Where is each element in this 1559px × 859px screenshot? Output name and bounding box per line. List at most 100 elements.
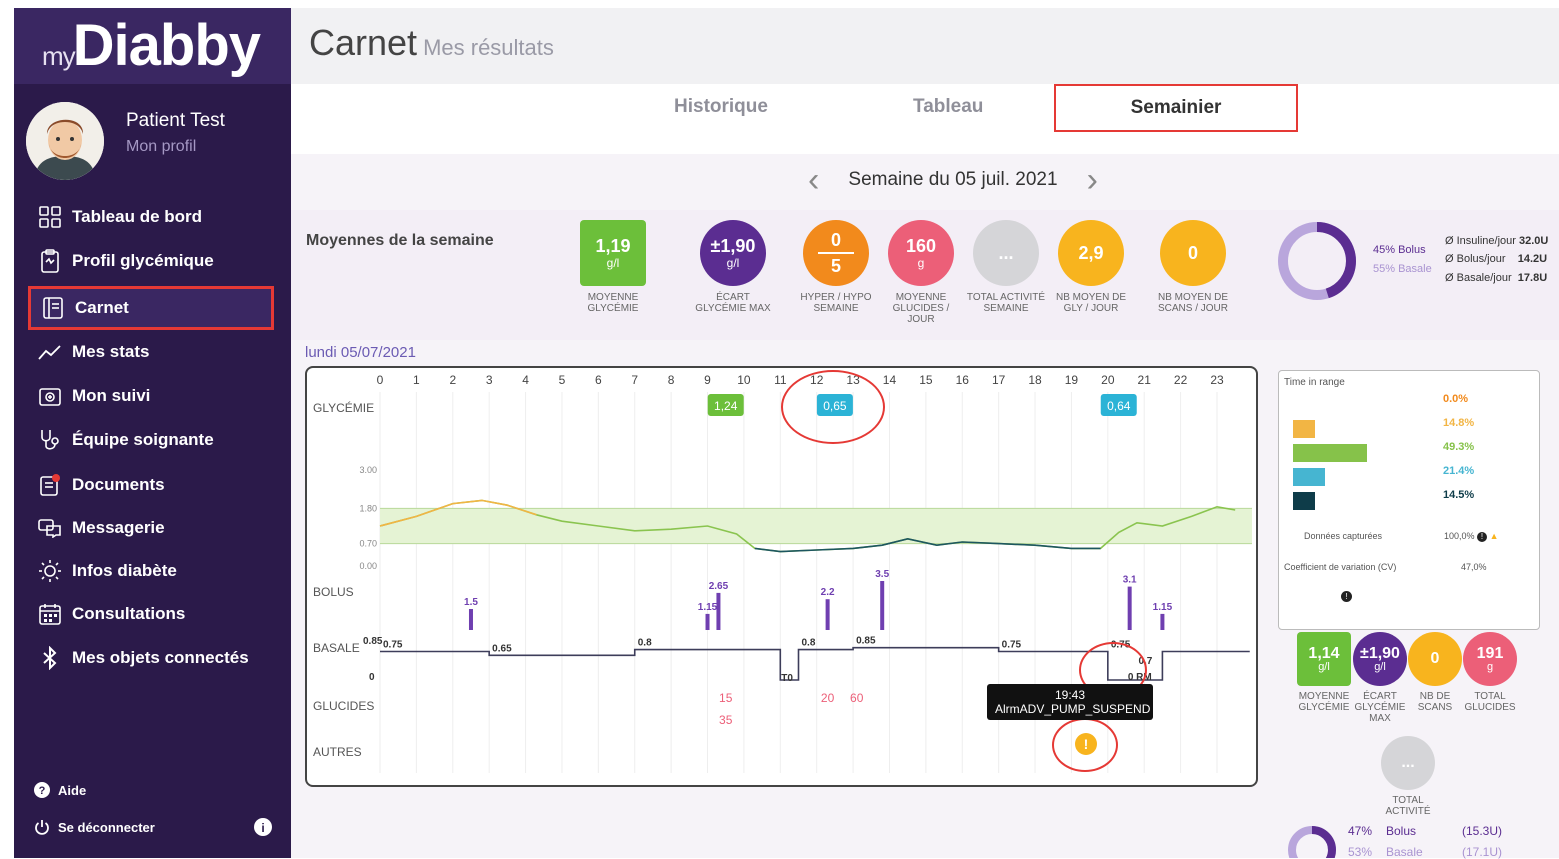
day-label[interactable]: lundi 05/07/2021 — [305, 344, 416, 361]
hour-tick-label: 5 — [559, 373, 566, 387]
tir-bar — [1293, 492, 1315, 510]
basal-label: 0.8 — [802, 638, 816, 649]
hour-tick-label: 2 — [449, 373, 456, 387]
day-bolus-label: Bolus — [1386, 824, 1417, 838]
cv-label: Coefficient de variation (CV) — [1284, 562, 1397, 572]
tir-title: Time in range — [1284, 377, 1345, 388]
stethoscope-icon — [38, 428, 62, 452]
sidebar-item-glycemic-profile[interactable]: Profil glycémique — [28, 242, 274, 280]
cv-value: 47,0% — [1461, 562, 1487, 572]
sidebar-item-stats[interactable]: Mes stats — [28, 333, 274, 371]
hour-tick-label: 10 — [737, 373, 751, 387]
tab-historique[interactable]: Historique — [674, 96, 768, 118]
info-circle-icon[interactable]: ! — [1477, 532, 1488, 542]
notebook-icon — [41, 296, 65, 320]
tir-pct: 14.8% — [1443, 417, 1475, 429]
tir-pct: 21.4% — [1443, 465, 1475, 477]
bolus-bar[interactable] — [825, 599, 830, 630]
carbs-value: 60 — [850, 691, 864, 705]
bolus-bar[interactable] — [468, 609, 473, 630]
bolus-bar[interactable] — [705, 613, 710, 630]
page-title: Carnet Mes résultats — [309, 22, 554, 63]
logout-link[interactable]: Se déconnecter — [34, 819, 155, 835]
bluetooth-icon — [38, 646, 62, 670]
chevron-left-icon[interactable]: ‹ — [808, 161, 819, 200]
app-logo[interactable]: myDiabby — [42, 12, 261, 79]
carbs-value: 35 — [719, 713, 733, 727]
sidebar-item-dashboard[interactable]: Tableau de bord — [28, 198, 274, 236]
hour-tick-label: 0 — [377, 373, 384, 387]
hour-tick-label: 17 — [992, 373, 1006, 387]
hour-tick-label: 23 — [1210, 373, 1224, 387]
weekly-averages: Moyennes de la semaine 1,19 g/l MOYENNE G… — [291, 210, 1559, 340]
sidebar-item-diabetes-info[interactable]: Infos diabète — [28, 552, 274, 590]
time-in-range-panel: Time in range 0.0% 14.8% 49.3% 21.4% 14.5% D… — [1278, 370, 1540, 630]
info-icon[interactable]: i — [254, 818, 272, 841]
averages-title: Moyennes de la semaine — [306, 232, 494, 249]
basal-label: 0.75 — [1002, 640, 1022, 651]
hour-tick-label: 8 — [668, 373, 675, 387]
donut-bolus-label: 45% Bolus — [1373, 244, 1426, 256]
help-link[interactable]: ? Aide — [34, 782, 86, 798]
bolus-bar[interactable] — [1160, 613, 1165, 630]
basal-per-day: Ø Basale/jour 17.8U — [1445, 272, 1548, 284]
alarm-warning-icon[interactable]: ! — [1075, 733, 1097, 755]
basal-label: 0.75 — [383, 640, 403, 651]
tir-bar — [1293, 444, 1367, 462]
week-navigator: ‹ Semaine du 05 juil. 2021 › — [808, 160, 1098, 200]
sidebar: myDiabby Patient Test Mon profil Tableau… — [14, 8, 291, 858]
basal-label: 0.85 — [363, 636, 383, 647]
kpi-mean-carbs: 160 g MOYENNE GLUCIDES / JOUR — [881, 220, 961, 325]
dashboard-icon — [38, 205, 62, 229]
hour-tick-label: 11 — [774, 373, 787, 387]
avatar-icon — [26, 102, 104, 180]
clipboard-icon — [38, 249, 62, 273]
daily-chart-svg: 0 1 2 3 4 5 6 7 8 9 10 11 12 13 14 15 16 17 18 19 20 21 22 23GL… — [313, 373, 1252, 773]
kpi-avg-gly-per-day: 2,9 NB MOYEN DE GLY / JOUR — [1051, 220, 1131, 314]
sidebar-item-documents[interactable]: Documents — [28, 466, 274, 504]
highlight-circle-glycemia — [781, 370, 885, 444]
chevron-right-icon[interactable]: › — [1087, 161, 1098, 200]
hour-tick-label: 18 — [1028, 373, 1042, 387]
sidebar-item-consultations[interactable]: Consultations — [28, 595, 274, 633]
hour-tick-label: 7 — [631, 373, 638, 387]
sidebar-item-mon-suivi[interactable]: Mon suivi — [28, 377, 274, 415]
avatar[interactable] — [26, 102, 104, 180]
kpi-avg-scans-per-day: 0 NB MOYEN DE SCANS / JOUR — [1153, 220, 1233, 314]
hour-tick-label: 15 — [919, 373, 933, 387]
monitor-icon — [38, 384, 62, 408]
bolus-per-day: Ø Bolus/jour 14.2U — [1445, 253, 1548, 265]
row-label: BOLUS — [313, 585, 354, 599]
bolus-bar[interactable] — [1127, 586, 1132, 630]
sidebar-item-messages[interactable]: Messagerie — [28, 509, 274, 547]
warning-triangle-icon: ▲ — [1489, 531, 1499, 541]
tab-tableau[interactable]: Tableau — [913, 96, 983, 118]
tir-bar — [1293, 420, 1316, 438]
sidebar-item-connected-devices[interactable]: Mes objets connectés — [28, 639, 274, 677]
svg-text:i: i — [261, 821, 264, 835]
hour-tick-label: 9 — [704, 373, 711, 387]
sidebar-item-carnet[interactable]: Carnet — [28, 286, 274, 330]
basal-label: 0.8 — [638, 638, 652, 649]
stats-icon — [38, 340, 62, 364]
day-kpi-mean-glycemia: 1,14 g/l MOYENNE GLYCÉMIE — [1292, 632, 1356, 713]
svg-text:?: ? — [39, 785, 46, 797]
hour-tick-label: 21 — [1138, 373, 1152, 387]
captured-value: 100,0% ! ▲ — [1444, 531, 1499, 542]
row-label: BASALE — [313, 641, 360, 655]
hour-tick-label: 20 — [1101, 373, 1115, 387]
row-label: GLYCÉMIE — [313, 400, 374, 415]
view-tabs: Historique Tableau Semainier — [291, 84, 1559, 154]
bolus-label: 2.2 — [821, 587, 835, 598]
tir-pct: 14.5% — [1443, 489, 1475, 501]
tab-semainier[interactable]: Semainier — [1054, 84, 1298, 132]
glycemia-tag-value: 1,24 — [714, 399, 738, 413]
profile-link[interactable]: Mon profil — [126, 138, 196, 156]
sidebar-item-care-team[interactable]: Équipe soignante — [28, 421, 274, 459]
bolus-bar[interactable] — [880, 581, 885, 630]
hour-tick-label: 14 — [883, 373, 897, 387]
cv-info-icon[interactable]: ! — [1341, 591, 1352, 602]
kpi-glycemia-max-gap: ±1,90 g/l ÉCART GLYCÉMIE MAX — [693, 220, 773, 314]
daily-kpis: 1,14 g/l MOYENNE GLYCÉMIE ±1,90 g/l ÉCART … — [1278, 630, 1559, 859]
basal-label: T0 — [781, 673, 793, 684]
